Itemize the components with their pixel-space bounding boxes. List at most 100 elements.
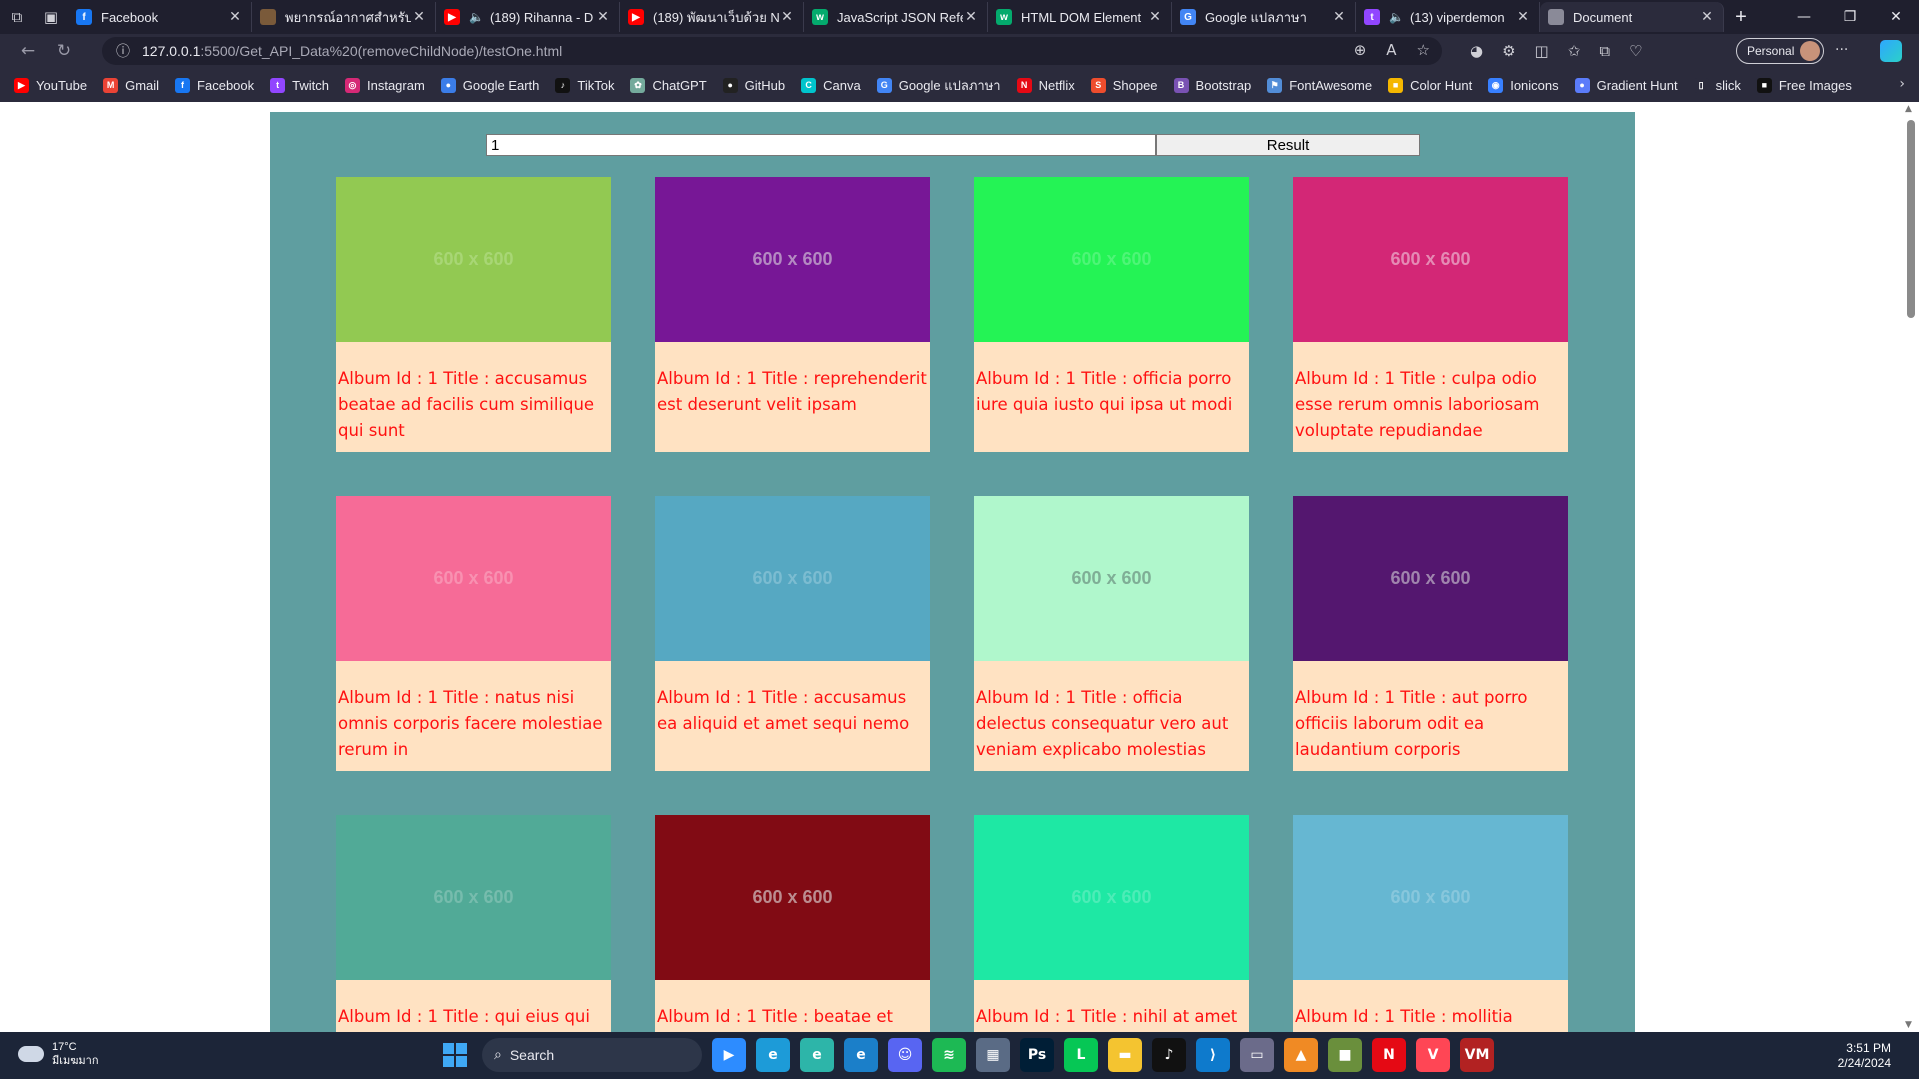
valorant-icon[interactable]: V: [1416, 1038, 1450, 1072]
collections-icon[interactable]: ⧉: [1599, 42, 1610, 60]
chevron-right-icon[interactable]: ›: [1899, 76, 1905, 92]
bookmark-12[interactable]: S Shopee: [1090, 77, 1158, 93]
tiktok-icon[interactable]: ♪: [1152, 1038, 1186, 1072]
tab-list: fFacebook✕พยากรณ์อากาศสำหรับ B✕▶🔈(189) R…: [68, 0, 1724, 34]
tab-3[interactable]: ▶ (189) พัฒนาเว็บด้วย No ✕: [620, 2, 804, 32]
split-screen-icon[interactable]: ◫: [1535, 42, 1549, 60]
scroll-down-icon[interactable]: ▼: [1905, 1020, 1912, 1030]
bookmark-7[interactable]: ✿ ChatGPT: [630, 77, 707, 93]
close-tab-icon[interactable]: ✕: [963, 9, 979, 25]
discord-icon[interactable]: ☺: [888, 1038, 922, 1072]
close-tab-icon[interactable]: ✕: [779, 9, 795, 25]
favorite-star-icon[interactable]: ☆: [1417, 41, 1430, 59]
close-icon[interactable]: ✕: [1873, 0, 1919, 34]
start-button[interactable]: [438, 1038, 472, 1072]
close-tab-icon[interactable]: ✕: [1699, 9, 1715, 25]
bookmark-18[interactable]: ▯ slick: [1693, 77, 1741, 93]
weather-temp: 17°C: [52, 1041, 77, 1053]
close-tab-icon[interactable]: ✕: [1147, 9, 1163, 25]
scrollbar-thumb[interactable]: [1907, 120, 1915, 318]
photoshop-icon[interactable]: Ps: [1020, 1038, 1054, 1072]
weather-widget[interactable]: 17°C มีเมฆมาก: [18, 1040, 99, 1068]
google-translate-icon: G: [876, 77, 892, 93]
result-button[interactable]: Result: [1156, 134, 1420, 156]
zoom-icon[interactable]: ▶: [712, 1038, 746, 1072]
tab-0[interactable]: f Facebook ✕: [68, 2, 252, 32]
profile-button[interactable]: Personal: [1736, 38, 1825, 64]
bookmark-14[interactable]: ⚑ FontAwesome: [1267, 77, 1372, 93]
bookmark-2[interactable]: f Facebook: [175, 77, 254, 93]
close-tab-icon[interactable]: ✕: [227, 9, 243, 25]
read-aloud-icon[interactable]: A: [1386, 41, 1396, 59]
zoom-icon[interactable]: ⊕: [1354, 41, 1367, 59]
tab-7[interactable]: t 🔈 (13) viperdemon ✕: [1356, 2, 1540, 32]
bookmark-19[interactable]: ■ Free Images: [1756, 77, 1852, 93]
copilot-icon[interactable]: [1880, 40, 1902, 62]
album-thumbnail: 600 x 600: [974, 496, 1249, 661]
extensions-icon[interactable]: ⚙: [1502, 42, 1515, 60]
tab-5[interactable]: w HTML DOM Element ✕: [988, 2, 1172, 32]
artisan-icon[interactable]: ▲: [1284, 1038, 1318, 1072]
url-host: 127.0.0.1: [142, 43, 201, 59]
favorites-icon[interactable]: ✩: [1568, 42, 1581, 60]
bookmark-4[interactable]: ◎ Instagram: [344, 77, 425, 93]
bookmark-17[interactable]: ● Gradient Hunt: [1574, 77, 1678, 93]
drive-app-icon[interactable]: ▭: [1240, 1038, 1274, 1072]
site-info-icon[interactable]: ⓘ: [116, 41, 130, 61]
bookmark-11[interactable]: N Netflix: [1016, 77, 1075, 93]
close-tab-icon[interactable]: ✕: [1515, 9, 1531, 25]
album-id-input[interactable]: [486, 134, 1156, 156]
minimize-icon[interactable]: —: [1781, 0, 1827, 34]
tab-4[interactable]: w JavaScript JSON Refer ✕: [804, 2, 988, 32]
calculator-icon[interactable]: ▦: [976, 1038, 1010, 1072]
workspaces-icon[interactable]: ⧉: [0, 0, 34, 34]
edge-dev-icon[interactable]: e: [844, 1038, 878, 1072]
url-text[interactable]: 127.0.0.1:5500/Get_API_Data%20(removeChi…: [142, 43, 562, 59]
browser-essentials-icon[interactable]: ♡: [1629, 42, 1642, 60]
vscode-icon[interactable]: ⟩: [1196, 1038, 1230, 1072]
bookmark-3[interactable]: t Twitch: [270, 77, 329, 93]
tab-2[interactable]: ▶ 🔈 (189) Rihanna - D ✕: [436, 2, 620, 32]
page-scrollbar[interactable]: ▲ ▼: [1902, 102, 1919, 1032]
bookmark-8[interactable]: ● GitHub: [722, 77, 785, 93]
twitch-icon: t: [270, 77, 286, 93]
bookmark-13[interactable]: B Bootstrap: [1173, 77, 1251, 93]
bookmark-5[interactable]: ● Google Earth: [440, 77, 539, 93]
tab-1[interactable]: พยากรณ์อากาศสำหรับ B✕: [252, 2, 436, 32]
speaker-icon[interactable]: 🔈: [469, 10, 484, 24]
speaker-icon[interactable]: 🔈: [1389, 10, 1404, 24]
tab-6[interactable]: G Google แปลภาษา ✕: [1172, 2, 1356, 32]
refresh-icon[interactable]: ↻: [46, 34, 82, 68]
close-tab-icon[interactable]: ✕: [595, 9, 611, 25]
spotify-icon[interactable]: ≋: [932, 1038, 966, 1072]
bookmark-9[interactable]: C Canva: [801, 77, 861, 93]
bookmark-15[interactable]: ■ Color Hunt: [1388, 77, 1472, 93]
restore-icon[interactable]: ❐: [1827, 0, 1873, 34]
bookmark-1[interactable]: M Gmail: [103, 77, 159, 93]
close-tab-icon[interactable]: ✕: [411, 9, 427, 25]
file-explorer-icon[interactable]: ▬: [1108, 1038, 1142, 1072]
vertical-tabs-icon[interactable]: ▣: [34, 0, 68, 34]
taskbar-search[interactable]: ⌕ Search: [482, 1038, 702, 1072]
bookmark-10[interactable]: G Google แปลภาษา: [876, 75, 1001, 96]
back-icon[interactable]: ←: [10, 34, 46, 68]
minecraft-icon[interactable]: ■: [1328, 1038, 1362, 1072]
scroll-up-icon[interactable]: ▲: [1905, 104, 1912, 114]
bookmark-0[interactable]: ▶ YouTube: [14, 77, 87, 93]
new-tab-button[interactable]: +: [1724, 6, 1758, 29]
netflix-icon[interactable]: N: [1372, 1038, 1406, 1072]
youtube-icon: ▶: [14, 77, 29, 93]
system-clock[interactable]: 3:51 PM 2/24/2024: [1838, 1041, 1891, 1071]
tab-8[interactable]: Document ✕: [1540, 2, 1724, 32]
profile-label: Personal: [1747, 44, 1795, 58]
address-bar[interactable]: ⓘ 127.0.0.1:5500/Get_API_Data%20(removeC…: [102, 37, 1442, 65]
extension-avatar-icon[interactable]: ◕: [1470, 42, 1483, 60]
edge-icon[interactable]: e: [756, 1038, 790, 1072]
voicemeeter-icon[interactable]: VM: [1460, 1038, 1494, 1072]
bookmark-16[interactable]: ◉ Ionicons: [1488, 77, 1559, 93]
more-menu-icon[interactable]: ···: [1835, 42, 1848, 58]
edge-beta-icon[interactable]: e: [800, 1038, 834, 1072]
line-icon[interactable]: L: [1064, 1038, 1098, 1072]
bookmark-6[interactable]: ♪ TikTok: [555, 77, 614, 93]
close-tab-icon[interactable]: ✕: [1331, 9, 1347, 25]
